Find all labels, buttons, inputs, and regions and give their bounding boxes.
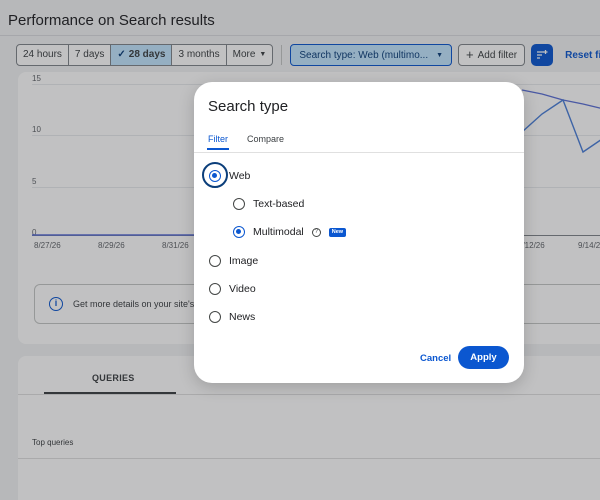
radio-text-based[interactable] bbox=[233, 198, 245, 210]
radio-video[interactable] bbox=[209, 283, 221, 295]
tab-filter-indicator bbox=[207, 148, 229, 150]
option-multimodal-label: Multimodal bbox=[253, 226, 304, 238]
apply-button[interactable]: Apply bbox=[458, 346, 509, 369]
help-icon[interactable]: ? bbox=[311, 227, 321, 237]
option-video-label: Video bbox=[229, 283, 256, 295]
tab-compare[interactable]: Compare bbox=[247, 134, 284, 144]
option-multimodal[interactable]: Multimodal ? New bbox=[233, 226, 347, 238]
option-text-based-label: Text-based bbox=[253, 198, 305, 210]
new-badge: New bbox=[328, 227, 347, 237]
cancel-button[interactable]: Cancel bbox=[420, 353, 451, 364]
dialog-title: Search type bbox=[208, 98, 289, 115]
option-image-label: Image bbox=[229, 255, 259, 267]
option-web-label: Web bbox=[229, 170, 251, 182]
option-news-label: News bbox=[229, 311, 256, 323]
option-video[interactable]: Video bbox=[209, 283, 256, 295]
dialog-tabs-divider bbox=[194, 152, 524, 153]
radio-news[interactable] bbox=[209, 311, 221, 323]
search-type-dialog: Search type Filter Compare Web Text-base… bbox=[194, 82, 524, 383]
option-web[interactable]: Web bbox=[209, 170, 250, 182]
option-image[interactable]: Image bbox=[209, 255, 258, 267]
option-text-based[interactable]: Text-based bbox=[233, 198, 304, 210]
radio-web[interactable] bbox=[209, 170, 221, 182]
option-news[interactable]: News bbox=[209, 311, 255, 323]
radio-multimodal[interactable] bbox=[233, 226, 245, 238]
tab-filter[interactable]: Filter bbox=[208, 134, 228, 144]
radio-image[interactable] bbox=[209, 255, 221, 267]
